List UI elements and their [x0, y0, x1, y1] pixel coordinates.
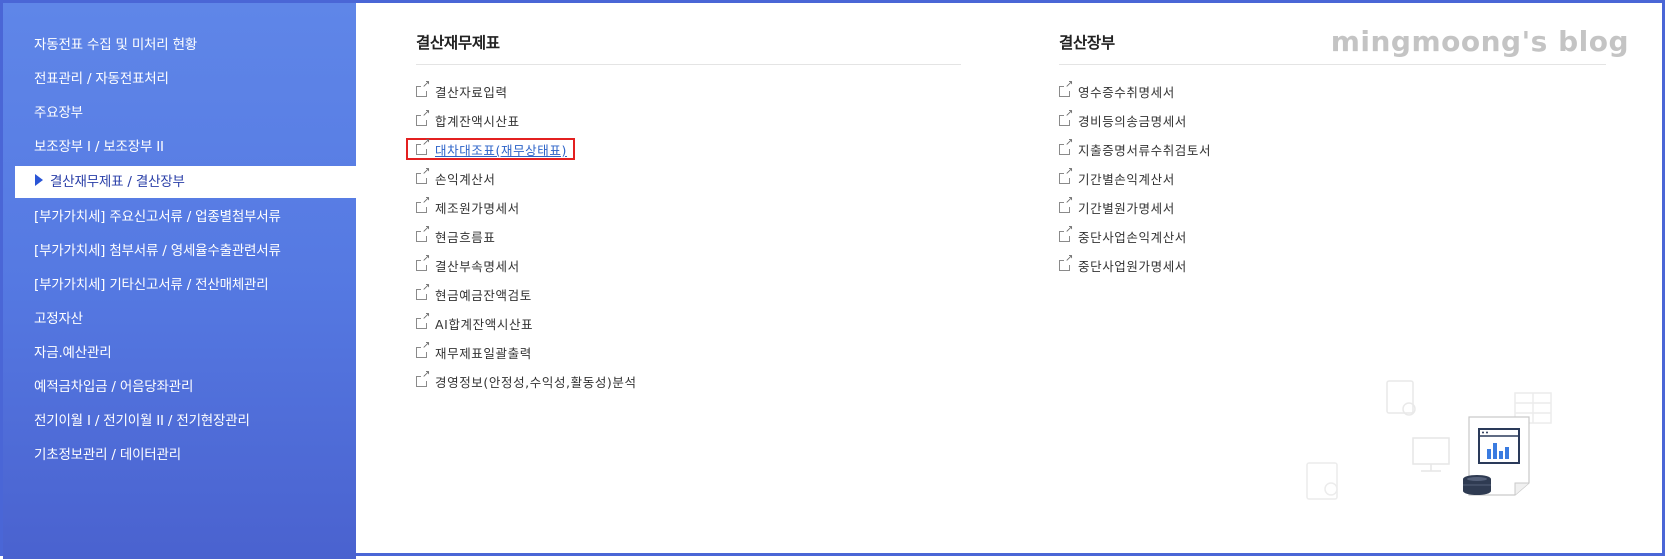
sidebar: 자동전표 수집 및 미처리 현황 전표관리 / 자동전표처리 주요장부 보조장부… [3, 3, 356, 559]
link-periodic-cost[interactable]: 기간별원가명세서 [1059, 194, 1606, 223]
sidebar-item-closing-statements[interactable]: 결산재무제표 / 결산장부 [15, 166, 356, 198]
sidebar-item-vat-main-reports[interactable]: [부가가치세] 주요신고서류 / 업종별첨부서류 [3, 200, 356, 234]
link-label: 현금흐름표 [435, 230, 496, 245]
sidebar-item-label: 예적금차입금 / 어음당좌관리 [34, 379, 194, 395]
link-closing-data-entry[interactable]: 결산자료입력 [416, 78, 961, 107]
link-label: 결산부속명세서 [435, 259, 520, 274]
link-management-analysis[interactable]: 경영정보(안정성,수익성,활동성)분석 [416, 368, 961, 397]
link-label: 결산자료입력 [435, 85, 508, 100]
external-link-icon [416, 254, 431, 271]
link-list: 영수증수취명세서 경비등의송금명세서 지출증명서류수취검토서 기간별손익계산서 … [1059, 78, 1606, 281]
sidebar-item-label: 전표관리 / 자동전표처리 [34, 71, 169, 87]
link-closing-schedules[interactable]: 결산부속명세서 [416, 252, 961, 281]
external-link-icon [416, 138, 431, 155]
external-link-icon [1059, 225, 1074, 242]
sidebar-item-main-ledger[interactable]: 주요장부 [3, 96, 356, 130]
link-label: 기간별손익계산서 [1078, 172, 1175, 187]
link-cash-flow[interactable]: 현금흐름표 [416, 223, 961, 252]
sidebar-item-label: 전기이월 Ⅰ / 전기이월 II / 전기현장관리 [34, 413, 250, 429]
coins-icon [1463, 475, 1491, 495]
link-label: 대차대조표(재무상태표) [435, 143, 567, 158]
sidebar-item-label: [부가가치세] 주요신고서류 / 업종별첨부서류 [34, 209, 281, 225]
sidebar-item-auto-voucher-status[interactable]: 자동전표 수집 및 미처리 현황 [3, 28, 356, 62]
document-settings-icon [1306, 462, 1338, 500]
link-manufacturing-cost[interactable]: 제조원가명세서 [416, 194, 961, 223]
link-cash-deposit-review[interactable]: 현금예금잔액검토 [416, 281, 961, 310]
monitor-icon [1412, 437, 1450, 472]
link-periodic-income[interactable]: 기간별손익계산서 [1059, 165, 1606, 194]
external-link-icon [416, 225, 431, 242]
link-label: 경비등의송금명세서 [1078, 114, 1187, 129]
link-label: 지출증명서류수취검토서 [1078, 143, 1212, 158]
link-expense-remittance[interactable]: 경비등의송금명세서 [1059, 107, 1606, 136]
external-link-icon [1059, 138, 1074, 155]
link-label: 경영정보(안정성,수익성,활동성)분석 [435, 375, 637, 390]
external-link-icon [1059, 254, 1074, 271]
external-link-icon [416, 167, 431, 184]
clipboard-icon [1386, 380, 1416, 416]
external-link-icon [416, 109, 431, 126]
link-discontinued-cost[interactable]: 중단사업원가명세서 [1059, 252, 1606, 281]
sidebar-item-label: 자금.예산관리 [34, 345, 112, 361]
link-label: 기간별원가명세서 [1078, 201, 1175, 216]
external-link-icon [1059, 109, 1074, 126]
external-link-icon [1059, 196, 1074, 213]
sidebar-item-deposits-loans[interactable]: 예적금차입금 / 어음당좌관리 [3, 370, 356, 404]
link-label: 중단사업손익계산서 [1078, 230, 1187, 245]
link-list: 결산자료입력 합계잔액시산표 대차대조표(재무상태표) 손익계산서 제조원가명세… [406, 78, 961, 397]
external-link-icon [416, 312, 431, 329]
link-label: 현금예금잔액검토 [435, 288, 532, 303]
section-closing-ledgers: 결산장부 영수증수취명세서 경비등의송금명세서 지출증명서류수취검토서 기간별손… [1059, 31, 1606, 281]
external-link-icon [416, 341, 431, 358]
link-label: 재무제표일괄출력 [435, 346, 532, 361]
sidebar-item-label: 주요장부 [34, 105, 83, 121]
link-label: 제조원가명세서 [435, 201, 520, 216]
link-label: AI합계잔액시산표 [435, 317, 534, 332]
link-trial-balance[interactable]: 합계잔액시산표 [416, 107, 961, 136]
sidebar-item-label: 자동전표 수집 및 미처리 현황 [34, 37, 198, 53]
external-link-icon [416, 196, 431, 213]
sidebar-item-funds-budget[interactable]: 자금.예산관리 [3, 336, 356, 370]
sidebar-item-label: 결산재무제표 / 결산장부 [50, 174, 185, 190]
link-income-statement[interactable]: 손익계산서 [416, 165, 961, 194]
link-batch-print[interactable]: 재무제표일괄출력 [416, 339, 961, 368]
link-label: 손익계산서 [435, 172, 496, 187]
external-link-icon [416, 370, 431, 387]
sidebar-item-vat-attachments[interactable]: [부가가치세] 첨부서류 / 영세율수출관련서류 [3, 234, 356, 268]
sidebar-item-label: [부가가치세] 기타신고서류 / 전산매체관리 [34, 277, 269, 293]
sidebar-item-label: 기초정보관리 / 데이터관리 [34, 447, 181, 463]
external-link-icon [1059, 80, 1074, 97]
sidebar-item-label: 보조장부 I / 보조장부 II [34, 139, 164, 155]
link-ai-trial-balance[interactable]: AI합계잔액시산표 [416, 310, 961, 339]
link-balance-sheet[interactable]: 대차대조표(재무상태표) [406, 136, 961, 165]
decorative-illustration [1306, 380, 1552, 500]
external-link-icon [1059, 167, 1074, 184]
external-link-icon [416, 283, 431, 300]
sidebar-item-basic-info[interactable]: 기초정보관리 / 데이터관리 [3, 438, 356, 472]
link-label: 합계잔액시산표 [435, 114, 520, 129]
sidebar-item-label: 고정자산 [34, 311, 83, 327]
sidebar-menu: 자동전표 수집 및 미처리 현황 전표관리 / 자동전표처리 주요장부 보조장부… [3, 28, 356, 472]
link-label: 영수증수취명세서 [1078, 85, 1175, 100]
sidebar-item-vat-other-reports[interactable]: [부가가치세] 기타신고서류 / 전산매체관리 [3, 268, 356, 302]
link-receipt-statement[interactable]: 영수증수취명세서 [1059, 78, 1606, 107]
external-link-icon [416, 80, 431, 97]
sidebar-item-label: [부가가치세] 첨부서류 / 영세율수출관련서류 [34, 243, 281, 259]
sidebar-item-sub-ledger[interactable]: 보조장부 I / 보조장부 II [3, 130, 356, 164]
sidebar-item-carry-forward[interactable]: 전기이월 Ⅰ / 전기이월 II / 전기현장관리 [3, 404, 356, 438]
sidebar-item-fixed-assets[interactable]: 고정자산 [3, 302, 356, 336]
link-discontinued-income[interactable]: 중단사업손익계산서 [1059, 223, 1606, 252]
blog-watermark: mingmoong's blog [1330, 25, 1629, 58]
link-label: 중단사업원가명세서 [1078, 259, 1187, 274]
section-title: 결산재무제표 [416, 31, 961, 65]
arrow-right-icon [35, 174, 43, 186]
sidebar-item-voucher-management[interactable]: 전표관리 / 자동전표처리 [3, 62, 356, 96]
link-expense-evidence-review[interactable]: 지출증명서류수취검토서 [1059, 136, 1606, 165]
section-closing-statements: 결산재무제표 결산자료입력 합계잔액시산표 대차대조표(재무상태표) 손익계산서… [406, 31, 961, 397]
app-frame: 자동전표 수집 및 미처리 현황 전표관리 / 자동전표처리 주요장부 보조장부… [0, 0, 1665, 559]
